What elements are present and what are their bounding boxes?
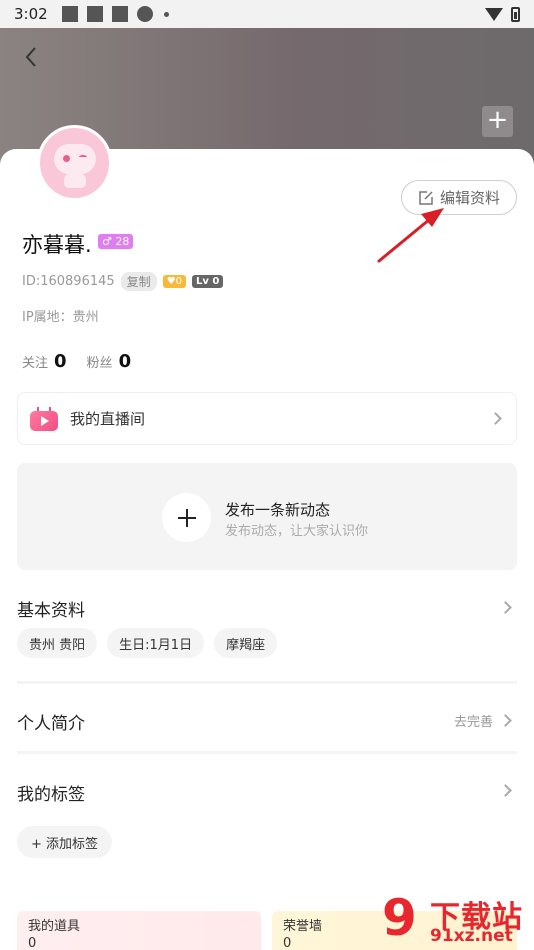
status-bar: 3:02 <box>0 0 534 28</box>
zodiac-tag: 摩羯座 <box>214 628 278 658</box>
site-watermark-logo: 9 下载站 91xz.net <box>382 888 534 950</box>
birthday-tag: 生日:1月1日 <box>107 628 205 658</box>
live-room-item[interactable]: 我的直播间 <box>17 392 517 445</box>
following-count[interactable]: 0 <box>54 351 67 372</box>
add-tag-button[interactable]: + 添加标签 <box>17 826 113 858</box>
id-row: ID:160896145 复制 ♥0 Lv 0 <box>22 272 224 291</box>
avatar[interactable] <box>37 125 112 200</box>
chevron-right-icon <box>499 714 512 727</box>
my-props-card[interactable]: 我的道具 0 <box>17 911 261 950</box>
follow-stats: 关注 0 粉丝 0 <box>22 351 145 372</box>
user-id: ID:160896145 <box>22 274 115 289</box>
my-tags-title[interactable]: 我的标签 <box>17 780 85 805</box>
divider <box>17 681 517 684</box>
more-notifications-icon <box>163 11 169 17</box>
my-props-title: 我的道具 <box>28 919 81 934</box>
battery-icon <box>511 6 520 22</box>
basic-info-tags: 贵州 贵阳 生日:1月1日 摩羯座 <box>17 628 278 658</box>
wifi-icon <box>485 7 503 21</box>
notification-icon <box>136 6 153 22</box>
ip-location: IP属地：贵州 <box>22 310 99 325</box>
edit-profile-button[interactable]: 编辑资料 <box>401 180 517 215</box>
location-tag: 贵州 贵阳 <box>17 628 98 658</box>
add-post-icon[interactable] <box>162 493 211 542</box>
add-cover-button[interactable]: + <box>482 106 513 137</box>
intro-complete-link[interactable]: 去完善 <box>453 711 512 730</box>
watermark-url: 91xz.net <box>430 926 513 946</box>
intro-title[interactable]: 个人简介 <box>17 709 85 734</box>
back-button[interactable] <box>18 44 44 70</box>
notification-icon <box>61 6 78 22</box>
post-title: 发布一条新动态 <box>225 501 331 519</box>
watermark-digits: 9 <box>382 889 417 947</box>
notification-icon <box>86 6 103 22</box>
divider <box>17 751 517 754</box>
post-subtitle: 发布动态，让大家认识你 <box>225 524 369 539</box>
live-room-label: 我的直播间 <box>70 410 146 428</box>
notification-icon <box>111 6 128 22</box>
level-badge: Lv 0 <box>192 275 224 288</box>
gender-age-badge: ♂ 28 <box>98 234 134 249</box>
chevron-right-icon <box>489 412 502 425</box>
edit-icon <box>419 190 433 205</box>
basic-info-title[interactable]: 基本资料 <box>17 596 85 621</box>
fans-count[interactable]: 0 <box>119 351 132 372</box>
fans-label[interactable]: 粉丝 <box>87 352 113 371</box>
intro-action-label: 去完善 <box>453 715 493 730</box>
status-time: 3:02 <box>14 5 48 23</box>
robot-avatar-icon <box>40 127 109 198</box>
following-label[interactable]: 关注 <box>22 352 48 371</box>
edit-profile-label: 编辑资料 <box>439 189 500 207</box>
tv-icon <box>30 406 58 431</box>
my-props-count: 0 <box>28 936 37 950</box>
chevron-left-icon <box>25 47 36 67</box>
username: 亦暮暮. <box>22 233 92 257</box>
heart-badge: ♥0 <box>162 275 187 288</box>
new-post-card[interactable]: 发布一条新动态 发布动态，让大家认识你 <box>17 463 517 570</box>
copy-id-button[interactable]: 复制 <box>120 272 157 291</box>
